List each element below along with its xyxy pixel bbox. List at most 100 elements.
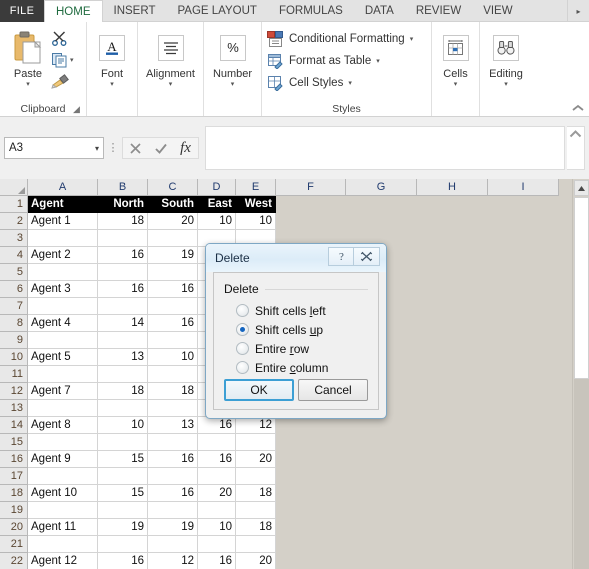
cell-D22[interactable]: 16 [198, 553, 236, 569]
font-button[interactable]: A Font ▾ [92, 26, 132, 90]
radio-button-entire-column[interactable] [236, 361, 249, 374]
tab-overflow-icon[interactable]: ▸ [567, 0, 589, 22]
cell-B22[interactable]: 16 [98, 553, 148, 569]
cell-A19[interactable] [28, 502, 98, 519]
clipboard-dialog-launcher-icon[interactable]: ◢ [73, 105, 82, 114]
radio-option-entire-row[interactable]: Entire row [224, 339, 368, 358]
cell-C9[interactable] [148, 332, 198, 349]
cell-C8[interactable]: 16 [148, 315, 198, 332]
cell-E19[interactable] [236, 502, 276, 519]
name-box-caret-icon[interactable]: ▾ [95, 144, 99, 153]
radio-option-shift-cells-up[interactable]: Shift cells up [224, 320, 368, 339]
radio-option-shift-cells-left[interactable]: Shift cells left [224, 301, 368, 320]
vertical-scrollbar[interactable] [572, 179, 589, 569]
column-header-H[interactable]: H [417, 179, 488, 196]
cell-E18[interactable]: 18 [236, 485, 276, 502]
cell-D21[interactable] [198, 536, 236, 553]
cell-C7[interactable] [148, 298, 198, 315]
cell-C15[interactable] [148, 434, 198, 451]
format-as-table-caret-icon[interactable]: ▾ [376, 57, 380, 65]
cell-A4[interactable]: Agent 2 [28, 247, 98, 264]
row-header-22[interactable]: 22 [0, 553, 28, 569]
cell-D1[interactable]: East [198, 196, 236, 213]
cell-A3[interactable] [28, 230, 98, 247]
cell-B9[interactable] [98, 332, 148, 349]
row-header-9[interactable]: 9 [0, 332, 28, 349]
row-header-21[interactable]: 21 [0, 536, 28, 553]
tab-review[interactable]: REVIEW [405, 0, 472, 22]
cell-C22[interactable]: 12 [148, 553, 198, 569]
cell-D14[interactable]: 16 [198, 417, 236, 434]
ok-button[interactable]: OK [224, 379, 294, 401]
cell-B8[interactable]: 14 [98, 315, 148, 332]
tab-home[interactable]: HOME [44, 0, 103, 23]
cell-B2[interactable]: 18 [98, 213, 148, 230]
font-caret-icon[interactable]: ▾ [110, 80, 114, 90]
cell-A15[interactable] [28, 434, 98, 451]
name-box[interactable]: A3 ▾ [4, 137, 104, 159]
cell-C10[interactable]: 10 [148, 349, 198, 366]
cell-B21[interactable] [98, 536, 148, 553]
cell-C3[interactable] [148, 230, 198, 247]
cell-C18[interactable]: 16 [148, 485, 198, 502]
cell-C6[interactable]: 16 [148, 281, 198, 298]
cell-A17[interactable] [28, 468, 98, 485]
copy-button[interactable]: ▾ [51, 50, 74, 69]
column-header-F[interactable]: F [276, 179, 346, 196]
row-header-11[interactable]: 11 [0, 366, 28, 383]
cell-B19[interactable] [98, 502, 148, 519]
number-button[interactable]: % Number ▾ [209, 26, 256, 90]
cell-E15[interactable] [236, 434, 276, 451]
enter-check-icon[interactable] [148, 138, 173, 158]
tab-file[interactable]: FILE [0, 0, 44, 22]
alignment-button[interactable]: Alignment ▾ [143, 26, 198, 90]
row-header-13[interactable]: 13 [0, 400, 28, 417]
cell-B4[interactable]: 16 [98, 247, 148, 264]
cell-A10[interactable]: Agent 5 [28, 349, 98, 366]
column-header-E[interactable]: E [236, 179, 276, 196]
format-as-table-button[interactable]: Format as Table ▾ [267, 51, 413, 70]
table-row[interactable]: Agent 11 19 19 10 18 [28, 519, 276, 536]
cell-A11[interactable] [28, 366, 98, 383]
scroll-up-button[interactable] [574, 180, 589, 196]
cell-A14[interactable]: Agent 8 [28, 417, 98, 434]
radio-button-shift-cells-up[interactable] [236, 323, 249, 336]
paste-caret-icon[interactable]: ▾ [26, 80, 30, 90]
row-header-12[interactable]: 12 [0, 383, 28, 400]
table-row[interactable] [28, 502, 276, 519]
row-header-14[interactable]: 14 [0, 417, 28, 434]
row-header-10[interactable]: 10 [0, 349, 28, 366]
cell-A16[interactable]: Agent 9 [28, 451, 98, 468]
cell-C13[interactable] [148, 400, 198, 417]
cell-A21[interactable] [28, 536, 98, 553]
row-header-4[interactable]: 4 [0, 247, 28, 264]
cell-A20[interactable]: Agent 11 [28, 519, 98, 536]
cancel-button[interactable]: Cancel [298, 379, 368, 401]
tab-insert[interactable]: INSERT [103, 0, 167, 22]
cells-button[interactable]: Cells ▾ [437, 26, 474, 90]
cell-E16[interactable]: 20 [236, 451, 276, 468]
ribbon-collapse-icon[interactable] [570, 101, 586, 115]
scrollbar-thumb[interactable] [574, 197, 589, 379]
cell-C19[interactable] [148, 502, 198, 519]
row-header-16[interactable]: 16 [0, 451, 28, 468]
row-header-2[interactable]: 2 [0, 213, 28, 230]
column-header-C[interactable]: C [148, 179, 198, 196]
cell-A13[interactable] [28, 400, 98, 417]
table-row[interactable]: Agent 8 10 13 16 12 [28, 417, 276, 434]
cell-C4[interactable]: 19 [148, 247, 198, 264]
cell-D17[interactable] [198, 468, 236, 485]
row-header-6[interactable]: 6 [0, 281, 28, 298]
row-header-8[interactable]: 8 [0, 315, 28, 332]
close-x-icon[interactable] [354, 247, 380, 266]
cell-C14[interactable]: 13 [148, 417, 198, 434]
cell-A6[interactable]: Agent 3 [28, 281, 98, 298]
cell-D20[interactable]: 10 [198, 519, 236, 536]
row-header-5[interactable]: 5 [0, 264, 28, 281]
cell-A8[interactable]: Agent 4 [28, 315, 98, 332]
cell-B14[interactable]: 10 [98, 417, 148, 434]
column-header-I[interactable]: I [488, 179, 559, 196]
tab-data[interactable]: DATA [354, 0, 405, 22]
conditional-formatting-button[interactable]: Conditional Formatting ▾ [267, 29, 413, 48]
cell-E14[interactable]: 12 [236, 417, 276, 434]
